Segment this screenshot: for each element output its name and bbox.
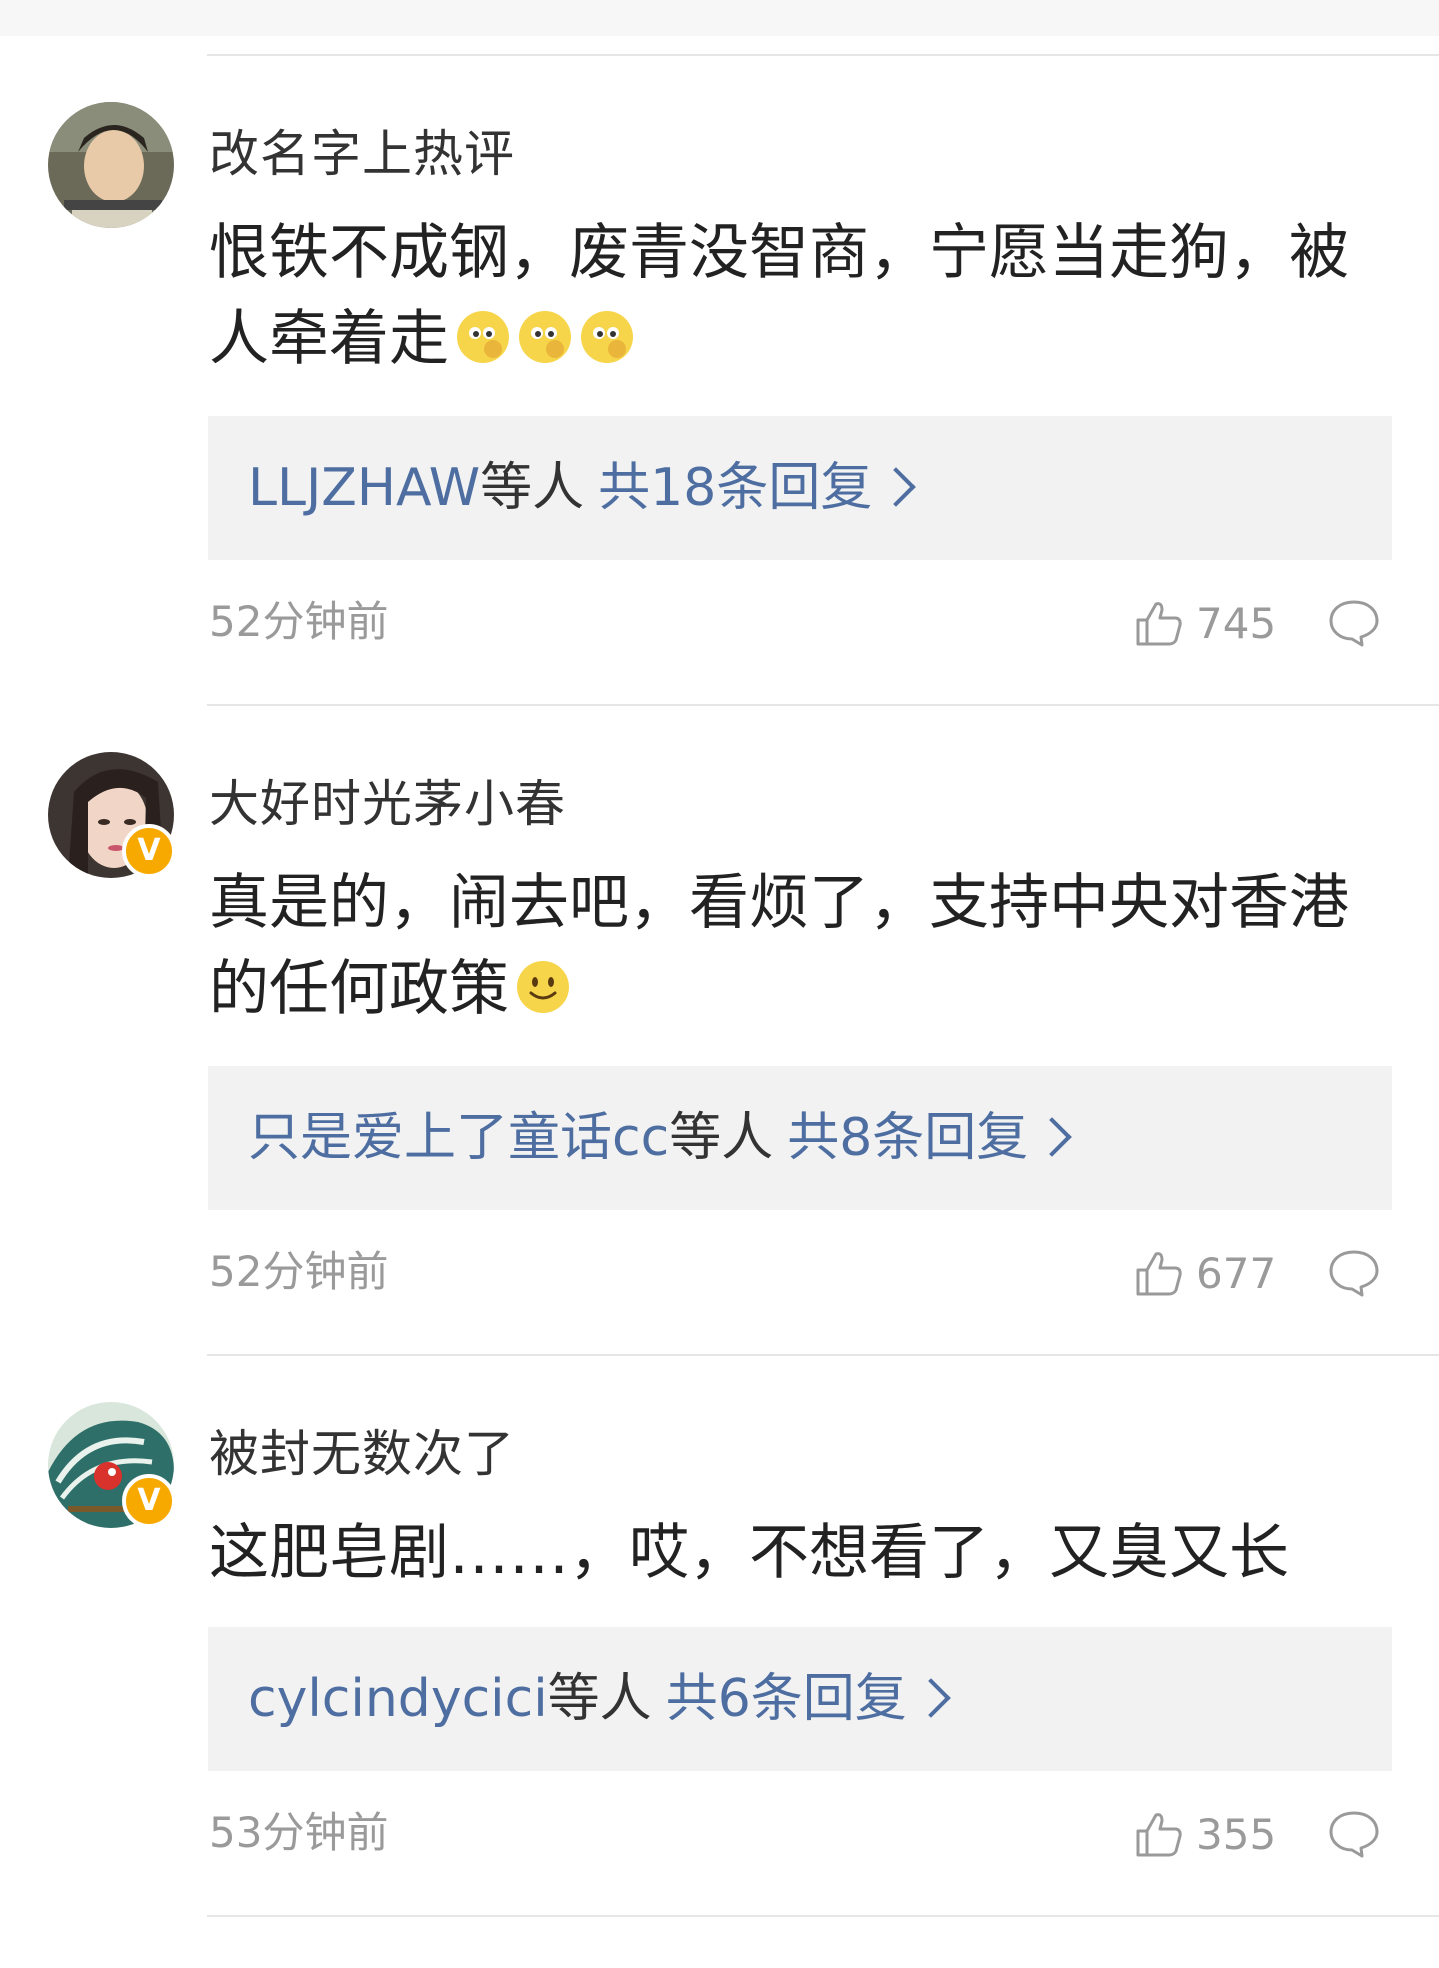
avatar[interactable] bbox=[48, 102, 174, 228]
chevron-right-icon bbox=[876, 467, 917, 507]
comment-text-content: 这肥皂剧……，哎，不想看了，又臭又长 bbox=[209, 1518, 1289, 1588]
reply-suffix: 等人 bbox=[669, 1108, 774, 1168]
comment-icon[interactable] bbox=[1328, 1248, 1380, 1298]
reply-count[interactable]: 共18条回复 bbox=[598, 458, 872, 518]
like-icon[interactable] bbox=[1134, 598, 1184, 648]
comment-text-content: 真是的，闹去吧，看烦了，支持中央对香港的任何政策 bbox=[209, 868, 1349, 1024]
divider bbox=[207, 1915, 1439, 1917]
chevron-right-icon bbox=[1032, 1117, 1073, 1157]
comment-text-content: 恨铁不成钢，废青没智商，宁愿当走狗，被人牵着走 bbox=[209, 218, 1349, 374]
divider bbox=[207, 1354, 1439, 1356]
reply-names[interactable]: LLJZHAW bbox=[248, 458, 480, 518]
reply-preview-line: 只是爱上了童话cc等人 共8条回复 bbox=[248, 1066, 1073, 1210]
reply-preview-line: cylcindycici等人 共6条回复 bbox=[248, 1627, 951, 1771]
top-strip bbox=[0, 0, 1439, 36]
comment-text: 恨铁不成钢，废青没智商，宁愿当走狗，被人牵着走 bbox=[209, 210, 1399, 382]
comment-meta: 53分钟前 355 bbox=[0, 1803, 1439, 1863]
thinking-emoji-icon bbox=[455, 302, 511, 363]
reply-count[interactable]: 共8条回复 bbox=[787, 1108, 1028, 1168]
comment-icon[interactable] bbox=[1328, 598, 1380, 648]
reply-names[interactable]: cylcindycici bbox=[248, 1669, 548, 1729]
like-icon[interactable] bbox=[1134, 1248, 1184, 1298]
reply-preview[interactable]: cylcindycici等人 共6条回复 bbox=[208, 1627, 1392, 1771]
timestamp: 53分钟前 bbox=[209, 1808, 389, 1857]
like-count: 355 bbox=[1196, 1810, 1277, 1859]
reply-count[interactable]: 共6条回复 bbox=[666, 1669, 907, 1729]
like-count: 677 bbox=[1196, 1249, 1277, 1298]
comment-username[interactable]: 大好时光茅小春 bbox=[209, 764, 566, 836]
timestamp: 52分钟前 bbox=[209, 1247, 389, 1296]
thinking-emoji-icon bbox=[517, 302, 573, 363]
verified-badge-icon: V bbox=[122, 1474, 176, 1528]
reply-preview[interactable]: 只是爱上了童话cc等人 共8条回复 bbox=[208, 1066, 1392, 1210]
reply-preview-line: LLJZHAW等人 共18条回复 bbox=[248, 416, 917, 560]
comment-username[interactable]: 改名字上热评 bbox=[209, 114, 515, 186]
comment-meta: 52分钟前 677 bbox=[0, 1242, 1439, 1302]
comment-meta: 52分钟前 745 bbox=[0, 592, 1439, 652]
smile-emoji-icon bbox=[515, 952, 571, 1013]
reply-suffix: 等人 bbox=[480, 458, 585, 518]
reply-suffix: 等人 bbox=[547, 1669, 652, 1729]
chevron-right-icon bbox=[910, 1678, 951, 1718]
comment-text: 真是的，闹去吧，看烦了，支持中央对香港的任何政策 bbox=[209, 860, 1399, 1032]
reply-names[interactable]: 只是爱上了童话cc bbox=[248, 1108, 669, 1168]
comment-username[interactable]: 被封无数次了 bbox=[209, 1414, 515, 1486]
avatar[interactable]: V bbox=[48, 1402, 176, 1528]
avatar[interactable]: V bbox=[48, 752, 176, 878]
like-count: 745 bbox=[1196, 599, 1277, 648]
thinking-emoji-icon bbox=[579, 302, 635, 363]
reply-preview[interactable]: LLJZHAW等人 共18条回复 bbox=[208, 416, 1392, 560]
timestamp: 52分钟前 bbox=[209, 597, 389, 646]
verified-badge-icon: V bbox=[122, 824, 176, 878]
like-icon[interactable] bbox=[1134, 1809, 1184, 1859]
comment-icon[interactable] bbox=[1328, 1809, 1380, 1859]
divider bbox=[207, 54, 1439, 56]
comment-text: 这肥皂剧……，哎，不想看了，又臭又长 bbox=[209, 1510, 1399, 1596]
avatar-image bbox=[48, 102, 174, 228]
divider bbox=[207, 704, 1439, 706]
